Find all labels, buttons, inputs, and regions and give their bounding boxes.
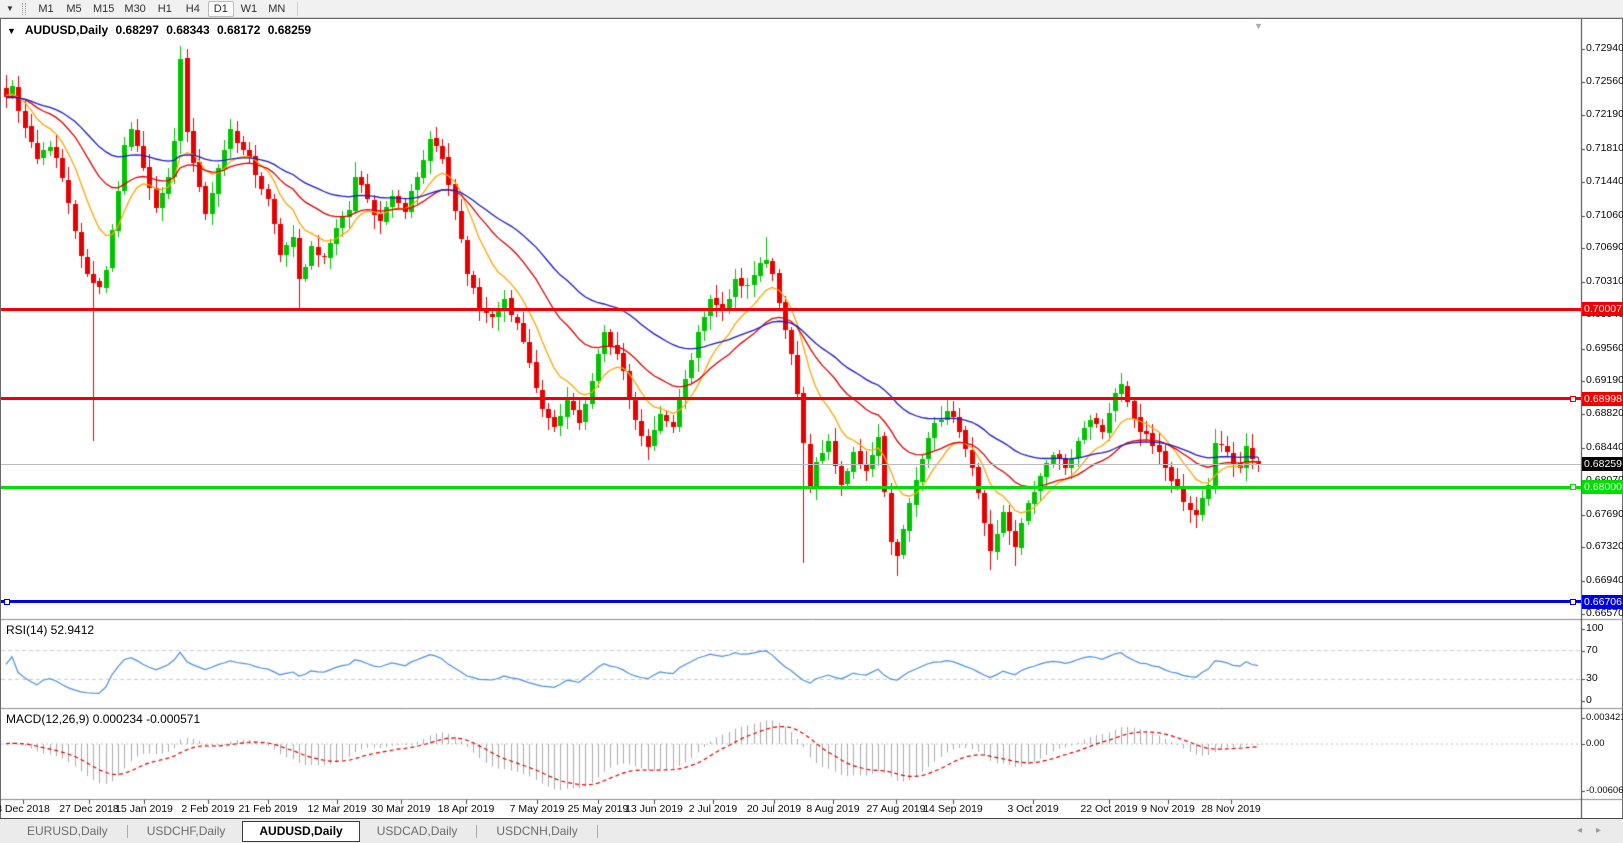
price-axis-label-0.70007: 0.70007 — [1582, 302, 1623, 316]
timeframe-button-w1[interactable]: W1 — [236, 1, 262, 17]
timeframe-button-h1[interactable]: H1 — [152, 1, 178, 17]
rsi-scale-tick: 70 — [1586, 644, 1598, 656]
tab-scroll-right-icon[interactable]: ▸ — [1596, 825, 1615, 836]
date-axis-tick: 28 Nov 2019 — [1186, 803, 1276, 815]
resistance-line-0-70007[interactable] — [1, 308, 1581, 311]
chart-tab-bar: EURUSD,Daily USDCHF,Daily AUDUSD,Daily U… — [0, 818, 1623, 843]
toolbar-grip[interactable] — [22, 3, 26, 15]
ohlc-high: 0.68343 — [166, 23, 209, 37]
price-axis-tick: 0.71810 — [1586, 142, 1623, 154]
timeframe-button-m15[interactable]: M15 — [89, 1, 118, 17]
price-axis-tick: 0.70310 — [1586, 275, 1623, 287]
price-axis-tick: 0.69190 — [1586, 374, 1623, 386]
timeframe-button-m30[interactable]: M30 — [120, 1, 149, 17]
tab-separator — [597, 825, 598, 838]
timeframe-button-d1[interactable]: D1 — [208, 1, 234, 17]
date-axis-tick: 14 Sep 2019 — [908, 803, 998, 815]
price-axis-label-0.68998: 0.68998 — [1582, 392, 1623, 406]
rsi-scale-tick: 0 — [1586, 694, 1592, 706]
tab-usdcad-daily[interactable]: USDCAD,Daily — [360, 821, 475, 842]
macd-scale-tick: -0.006069 — [1586, 785, 1623, 796]
line-edit-handle[interactable] — [1570, 599, 1576, 605]
timeframe-button-h4[interactable]: H4 — [180, 1, 206, 17]
price-axis-label-0.68000: 0.68000 — [1582, 480, 1623, 494]
tab-audusd-daily[interactable]: AUDUSD,Daily — [242, 821, 359, 842]
timeframe-button-mn[interactable]: MN — [264, 1, 290, 17]
price-axis-tick: 0.67690 — [1586, 508, 1623, 520]
chart-shift-marker-icon[interactable]: ▼ — [1254, 21, 1263, 31]
line-edit-handle[interactable] — [1570, 396, 1576, 402]
chart-collapse-icon[interactable]: ▼ — [7, 26, 16, 36]
tab-usdcnh-daily[interactable]: USDCNH,Daily — [479, 821, 594, 842]
line-edit-handle[interactable] — [4, 599, 10, 605]
toolbar-separator — [297, 2, 298, 16]
timeframe-button-m1[interactable]: M1 — [33, 1, 59, 17]
timeframe-toolbar: ▼ M1 M5 M15 M30 H1 H4 D1 W1 MN — [0, 0, 1623, 18]
price-axis-tick: 0.67320 — [1586, 540, 1623, 552]
tab-usdchf-daily[interactable]: USDCHF,Daily — [130, 821, 243, 842]
price-axis-tick: 0.72190 — [1586, 108, 1623, 120]
price-axis-tick: 0.69560 — [1586, 342, 1623, 354]
price-axis-tick: 0.70690 — [1586, 241, 1623, 253]
support-line-0-68000[interactable] — [1, 486, 1581, 489]
rsi-scale-tick: 30 — [1586, 672, 1598, 684]
rsi-scale-tick: 100 — [1586, 622, 1604, 634]
price-chart-canvas[interactable] — [1, 19, 1623, 819]
tab-eurusd-daily[interactable]: EURUSD,Daily — [10, 821, 125, 842]
timeframe-button-m5[interactable]: M5 — [61, 1, 87, 17]
price-axis-tick: 0.68440 — [1586, 441, 1623, 453]
price-axis-tick: 0.66940 — [1586, 574, 1623, 586]
chart-window: ▼ AUDUSD,Daily 0.68297 0.68343 0.68172 0… — [0, 18, 1623, 818]
tab-separator — [476, 825, 477, 838]
ohlc-close: 0.68259 — [268, 23, 311, 37]
resistance-line-0-68998[interactable] — [1, 397, 1581, 400]
price-axis-tick: 0.71060 — [1586, 209, 1623, 221]
current-price-line — [1, 464, 1581, 465]
line-edit-handle[interactable] — [1570, 484, 1576, 490]
rsi-indicator-label: RSI(14) 52.9412 — [6, 623, 94, 637]
price-axis-tick: 0.71440 — [1586, 175, 1623, 187]
ohlc-low: 0.68172 — [217, 23, 260, 37]
macd-indicator-label: MACD(12,26,9) 0.000234 -0.000571 — [6, 712, 200, 726]
chart-title: ▼ AUDUSD,Daily 0.68297 0.68343 0.68172 0… — [7, 23, 315, 38]
tab-separator — [127, 825, 128, 838]
macd-scale-tick: 0.003421 — [1586, 712, 1623, 723]
chart-symbol: AUDUSD,Daily — [25, 23, 108, 37]
price-axis-label-0.66706: 0.66706 — [1582, 595, 1623, 609]
macd-scale-tick: 0.00 — [1586, 738, 1605, 749]
tab-scroll-left-icon[interactable]: ◂ — [1577, 825, 1596, 836]
ohlc-open: 0.68297 — [116, 23, 159, 37]
price-axis-tick: 0.72940 — [1586, 42, 1623, 54]
current-price-label: 0.68259 — [1582, 457, 1623, 471]
support-line-0-66706[interactable] — [1, 600, 1581, 603]
price-axis-tick: 0.72560 — [1586, 75, 1623, 87]
price-axis-tick: 0.68820 — [1586, 407, 1623, 419]
toolbar-overflow-icon[interactable]: ▼ — [2, 1, 18, 17]
tab-scroll-arrows[interactable]: ◂▸ — [1577, 825, 1615, 836]
